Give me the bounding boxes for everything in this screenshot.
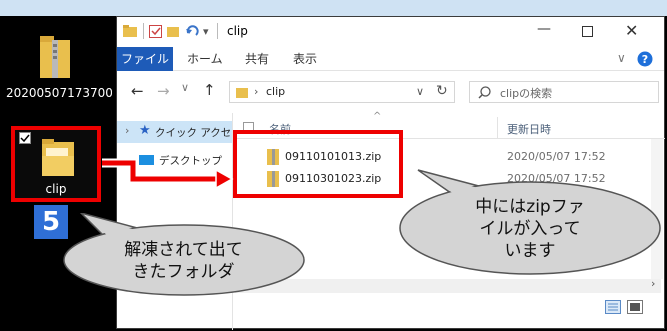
back-arrow-icon[interactable]: ←: [131, 82, 144, 100]
help-icon[interactable]: ?: [637, 51, 653, 67]
breadcrumb-chevron-icon: ›: [254, 85, 259, 98]
files-highlight-box: [233, 130, 403, 198]
desktop-top-strip: [0, 0, 667, 16]
sort-caret-icon: ^: [373, 111, 382, 122]
title-bar: ▾ clip — ✕: [117, 17, 664, 47]
quick-access-dropdown-icon[interactable]: ▾: [203, 25, 209, 38]
file-date: 2020/05/07 17:52: [507, 150, 606, 163]
checkbox-icon: [19, 132, 31, 144]
callout-text-line: 解凍されて出て: [124, 240, 243, 260]
nav-item-label: クイック アクセ: [155, 127, 232, 139]
expand-ribbon-icon[interactable]: ∨: [617, 51, 626, 65]
folder-small-icon: [123, 25, 137, 37]
scroll-right-icon[interactable]: ›: [651, 277, 655, 290]
title-separator: [143, 23, 144, 39]
nav-item-quick-access[interactable]: › ★ クイック アクセ: [117, 121, 232, 143]
minimize-icon[interactable]: —: [537, 21, 551, 37]
refresh-icon[interactable]: ↻: [436, 83, 448, 99]
callout-zip-inside: 中にはzipファ イルが入って います: [398, 168, 662, 277]
tab-file[interactable]: ファイル: [117, 47, 173, 71]
search-placeholder: clipの検索: [500, 87, 553, 100]
desktop-clip-folder[interactable]: clip: [11, 126, 101, 202]
forward-arrow-icon[interactable]: →: [157, 82, 170, 100]
callout-text-line: います: [504, 241, 556, 261]
callout-text-line: きたフォルダ: [132, 262, 235, 282]
undo-icon[interactable]: [185, 24, 199, 38]
callout-extracted-folder: 解凍されて出て きたフォルダ: [61, 213, 306, 297]
details-view-icon[interactable]: [605, 300, 621, 314]
window-title: clip: [227, 24, 248, 38]
tab-share[interactable]: 共有: [245, 50, 269, 67]
callout-text-line: イルが入って: [479, 219, 581, 239]
column-divider: [497, 117, 498, 139]
search-box[interactable]: clipの検索: [469, 81, 659, 103]
desktop-zip-label: 20200507173700...: [6, 86, 112, 100]
column-date[interactable]: 更新日時: [507, 121, 551, 137]
recent-dropdown-icon[interactable]: ∨: [181, 81, 189, 94]
title-separator-2: [217, 23, 218, 39]
large-icons-view-icon[interactable]: [627, 300, 643, 314]
tab-view[interactable]: 表示: [293, 50, 317, 67]
star-icon: ★: [139, 123, 151, 138]
address-dropdown-icon[interactable]: ∨: [416, 85, 424, 98]
red-arrow: [102, 158, 234, 190]
address-path: clip: [266, 85, 286, 98]
expand-chevron-icon[interactable]: ›: [125, 124, 129, 137]
maximize-icon[interactable]: [582, 26, 593, 37]
ribbon-tabs: ファイル ホーム 共有 表示 ∨ ?: [117, 47, 664, 71]
tab-home[interactable]: ホーム: [187, 50, 223, 67]
address-bar[interactable]: › clip ∨ ↻: [229, 81, 455, 103]
svg-text:?: ?: [642, 53, 648, 66]
folder-icon: [42, 139, 74, 176]
up-arrow-icon[interactable]: ↑: [203, 81, 216, 99]
address-row: ← → ∨ ↑ › clip ∨ ↻ clipの検索: [117, 77, 664, 107]
properties-icon[interactable]: [149, 25, 163, 38]
callout-text-line: 中にはzipファ: [475, 197, 585, 217]
new-folder-icon[interactable]: [167, 25, 179, 37]
search-icon: [478, 86, 491, 99]
close-icon[interactable]: ✕: [625, 21, 638, 40]
folder-small-icon: [236, 88, 248, 98]
zip-folder-icon: [40, 36, 70, 78]
desktop-clip-label: clip: [45, 182, 67, 196]
